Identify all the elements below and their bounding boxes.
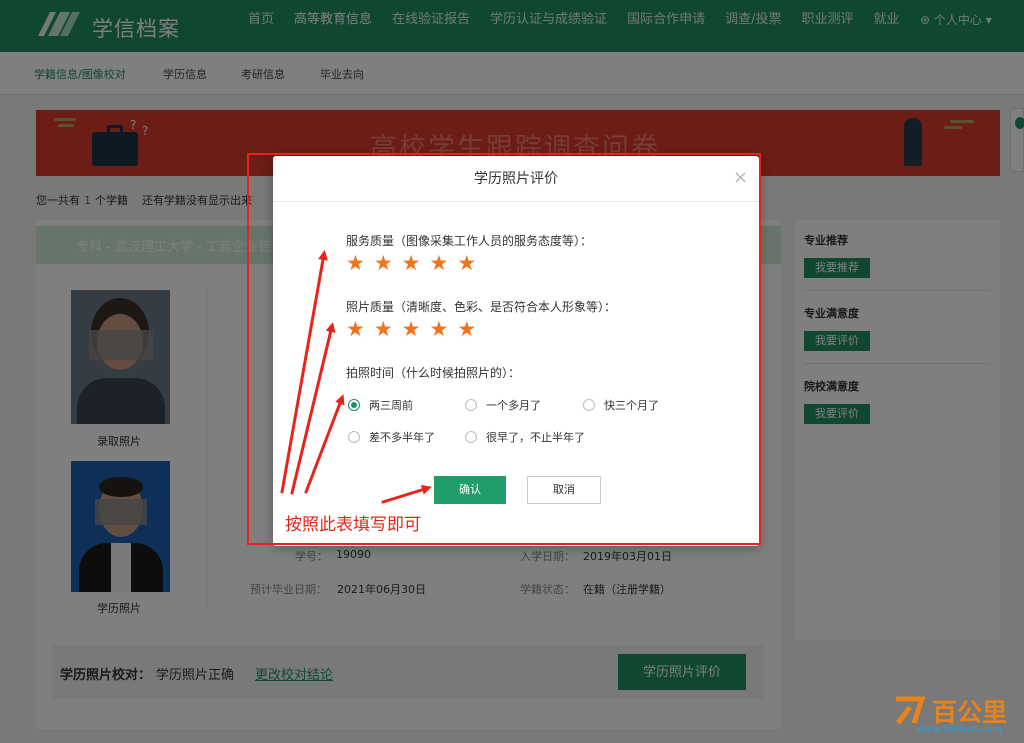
watermark-url: www.500km.com	[916, 724, 1002, 735]
watermark: 百公里 www.500km.com	[892, 691, 1022, 741]
watermark-logo-icon	[896, 696, 926, 725]
annotation-arrows	[280, 250, 432, 504]
annotation-note: 按照此表填写即可	[285, 515, 421, 535]
